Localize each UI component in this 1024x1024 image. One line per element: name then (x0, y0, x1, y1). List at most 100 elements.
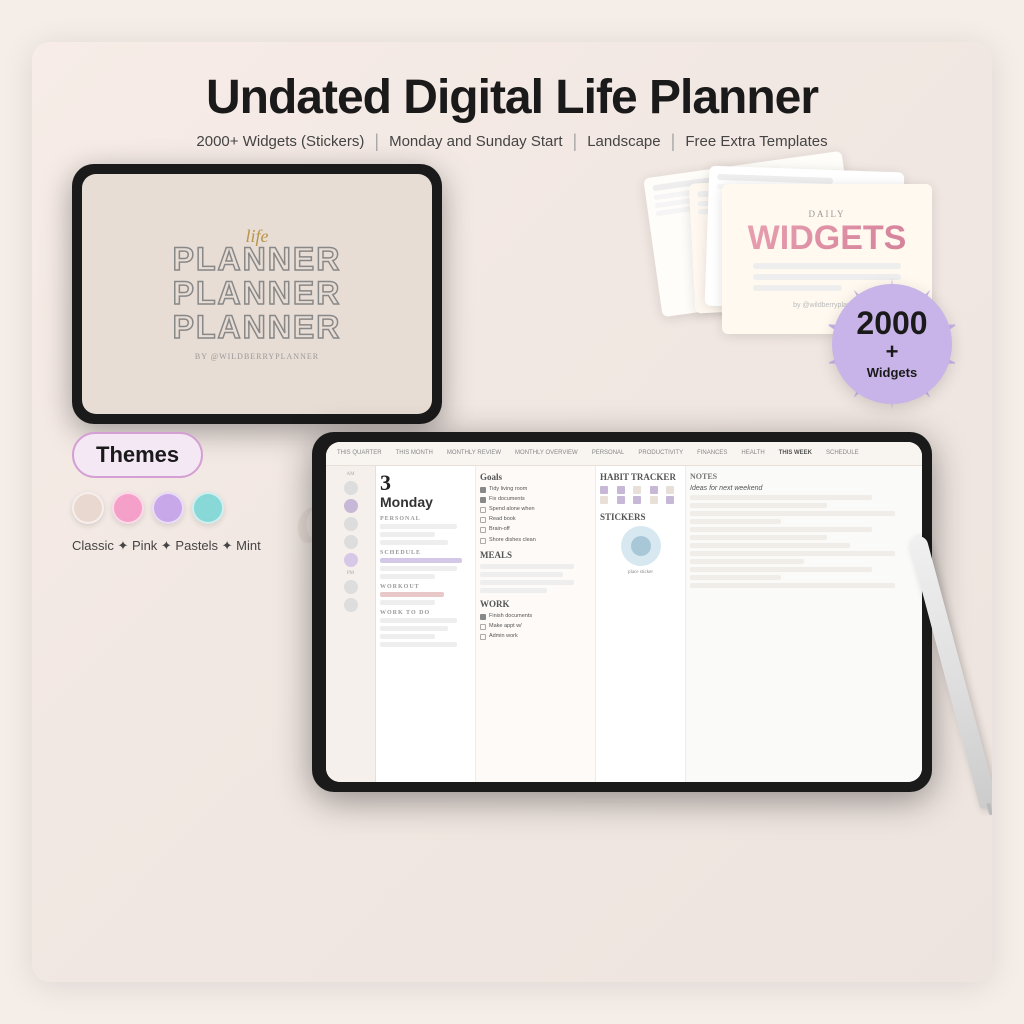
note-line-10 (690, 567, 872, 572)
goal-text-5: Brain-off (489, 526, 510, 533)
sep-2: | (573, 131, 578, 152)
planner-nav: THIS QUARTER THIS MONTH MONTHLY REVIEW M… (326, 442, 922, 466)
bottom-left: Themes Classic ✦ Pink ✦ Pastels ✦ Mint (72, 432, 292, 554)
check-5 (480, 527, 486, 533)
goal-item-1: Tidy living room (480, 486, 591, 493)
tracker-grid (600, 486, 681, 504)
tracker-cell-9 (650, 496, 658, 504)
theme-names: Classic ✦ Pink ✦ Pastels ✦ Mint (72, 538, 292, 554)
goal-text-3: Spend alone when (489, 506, 535, 513)
stylus-tip (986, 803, 992, 816)
work-check-1 (480, 614, 486, 620)
planner-credit: BY @WILDBERRYPLANNER (173, 352, 342, 361)
goal-item-5: Brain-off (480, 526, 591, 533)
note-line-7 (690, 543, 850, 548)
nav-tab-personal[interactable]: PERSONAL (587, 448, 630, 458)
nav-tab-productivity[interactable]: PRODUCTIVITY (633, 448, 688, 458)
note-line-2 (690, 503, 827, 508)
planner-line-2: PLANNER (173, 277, 342, 311)
widgets-badge: 2000 + Widgets (832, 284, 952, 404)
sticker-inner (631, 536, 651, 556)
meal-3 (480, 580, 574, 585)
note-line-8 (690, 551, 895, 556)
work-goal-text-3: Admin work (489, 633, 518, 640)
check-2 (480, 497, 486, 503)
big-tablet: THIS QUARTER THIS MONTH MONTHLY REVIEW M… (312, 432, 932, 792)
personal-line-3 (380, 540, 448, 545)
nav-tab-month[interactable]: THIS MONTH (391, 448, 438, 458)
note-line-12 (690, 583, 895, 588)
badge-label: Widgets (867, 365, 917, 380)
tracker-header: HABIT TRACKER (600, 472, 681, 482)
swatch-pastels (152, 492, 184, 524)
badge-wrap: 2000 + Widgets (832, 284, 952, 404)
work-section: WORK Finish documents Make appt w/ (480, 599, 591, 640)
work-item-1 (380, 618, 457, 623)
note-line-1 (690, 495, 872, 500)
main-title: Undated Digital Life Planner (72, 72, 952, 125)
sidebar-time: AM (330, 472, 371, 477)
note-line-3 (690, 511, 895, 516)
sticker-label: place sticker (600, 570, 681, 575)
subtitle-part-0: 2000+ Widgets (Stickers) (196, 133, 364, 150)
schedule-item-1 (380, 558, 462, 563)
note-line-11 (690, 575, 781, 580)
day-number: 3 (380, 472, 471, 494)
widgets-paper-title: WIDGETS (748, 221, 907, 255)
note-line-4 (690, 519, 781, 524)
goal-item-4: Read book (480, 516, 591, 523)
workout-item-2 (380, 600, 435, 605)
sep-1: | (374, 131, 379, 152)
notes-header: NOTES (690, 472, 918, 481)
personal-line-2 (380, 532, 435, 537)
goals-header: Goals (480, 472, 591, 482)
personal-line-1 (380, 524, 457, 529)
paper-line-3 (753, 285, 842, 291)
nav-tab-monthly-overview[interactable]: MONTHLY OVERVIEW (510, 448, 583, 458)
paper-line-1 (753, 263, 902, 269)
goal-item-6: Shore dishes clean (480, 537, 591, 544)
work-item-4 (380, 642, 457, 647)
work-goal-text-1: Finish documents (489, 613, 532, 620)
nav-tab-quarter[interactable]: THIS QUARTER (332, 448, 387, 458)
badge-plus: + (886, 339, 899, 365)
goal-text-1: Tidy living room (489, 486, 527, 493)
meal-4 (480, 588, 547, 593)
nav-tab-health[interactable]: HEALTH (736, 448, 769, 458)
note-line-6 (690, 535, 827, 540)
nav-tab-monthly-review[interactable]: MONTHLY REVIEW (442, 448, 506, 458)
work-to-do: WORK TO DO (380, 610, 471, 616)
big-tablet-wrap: THIS QUARTER THIS MONTH MONTHLY REVIEW M… (312, 432, 952, 792)
work-goal-3: Admin work (480, 633, 591, 640)
swatch-classic (72, 492, 104, 524)
content-area: life PLANNER PLANNER PLANNER BY @WILDBER… (72, 164, 952, 424)
left-tablet: life PLANNER PLANNER PLANNER BY @WILDBER… (72, 164, 442, 424)
sticker-header: STICKERS (600, 512, 681, 522)
work-goal-2: Make appt w/ (480, 623, 591, 630)
subtitle-part-2: Landscape (587, 133, 660, 150)
day-name: Monday (380, 494, 471, 510)
tracker-cell-7 (617, 496, 625, 504)
notes-column: NOTES Ideas for next weekend (686, 466, 922, 782)
work-check-3 (480, 634, 486, 640)
tracker-column: HABIT TRACKER (596, 466, 686, 782)
tracker-cell-5 (666, 486, 674, 494)
goal-text-4: Read book (489, 516, 516, 523)
nav-tab-week[interactable]: THIS WEEK (774, 448, 817, 458)
goals-column: Goals Tidy living room Fix documents (476, 466, 596, 782)
badge-number: 2000 (856, 307, 927, 339)
nav-tab-finances[interactable]: FINANCES (692, 448, 732, 458)
tracker-cell-2 (617, 486, 625, 494)
sidebar-dot-1 (344, 481, 358, 495)
planner-line-1: PLANNER (173, 243, 342, 277)
subtitle-row: 2000+ Widgets (Stickers) | Monday and Su… (72, 131, 952, 152)
tracker-cell-8 (633, 496, 641, 504)
nav-tab-schedule[interactable]: SCHEDULE (821, 448, 864, 458)
planner-sidebar: AM PM (326, 466, 376, 782)
sidebar-dot-2 (344, 499, 358, 513)
subtitle-part-1: Monday and Sunday Start (389, 133, 562, 150)
work-item-3 (380, 634, 435, 639)
tracker-cell-10 (666, 496, 674, 504)
sticker-section: STICKERS place sticker (600, 512, 681, 575)
workout-item-1 (380, 592, 444, 597)
